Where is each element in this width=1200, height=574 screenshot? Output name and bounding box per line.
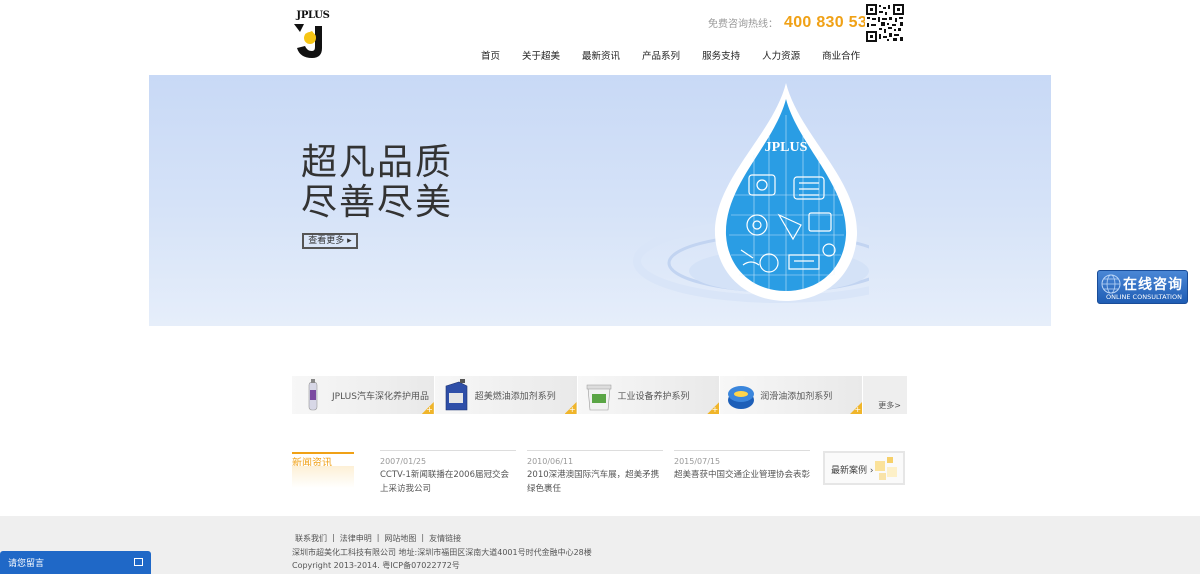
footer-separator: | <box>376 533 380 542</box>
footer-separator: | <box>421 533 425 542</box>
product-label: 超美燃油添加剂系列 <box>474 391 556 402</box>
nav-item-home[interactable]: 首页 <box>481 48 500 62</box>
logo-mark-icon <box>292 24 332 60</box>
view-more-button[interactable]: 查看更多 ▸ <box>302 233 358 249</box>
product-label: JPLUS汽车深化养护用品 <box>332 391 429 402</box>
view-more-label: 查看更多 <box>308 236 345 246</box>
online-consultation-button[interactable]: 在线咨询 ONLINE CONSULTATION <box>1097 270 1188 304</box>
news-section-header: 新闻资讯 <box>292 452 354 488</box>
news-fade-graphic <box>292 466 354 488</box>
online-consultation-title: 在线咨询 <box>1123 277 1183 293</box>
product-label: 工业设备养护系列 <box>617 391 690 402</box>
nav-item-business[interactable]: 商业合作 <box>822 48 860 62</box>
corner-plus-icon: + <box>564 402 577 414</box>
corner-plus-icon: + <box>707 402 720 414</box>
oil-bottle-icon <box>445 379 468 411</box>
product-item-fuel-additive[interactable]: 超美燃油添加剂系列 + <box>434 376 578 414</box>
footer-copyright: Copyright 2013-2014. 粤ICP备07022772号 <box>292 561 460 570</box>
leave-message-label: 请您留言 <box>8 559 45 569</box>
nav-item-about[interactable]: 关于超美 <box>522 48 560 62</box>
nav-item-hr[interactable]: 人力资源 <box>762 48 800 62</box>
news-item[interactable]: 2015/07/15 超美喜获中国交通企业管理协会表彰 <box>674 450 810 482</box>
main-nav: 首页 关于超美 最新资讯 产品系列 服务支持 人力资源 商业合作 <box>470 48 871 62</box>
online-consultation-subtitle: ONLINE CONSULTATION <box>1106 293 1182 301</box>
news-date: 2007/01/25 <box>380 457 427 466</box>
globe-icon <box>1101 274 1121 294</box>
latest-cases-button[interactable]: 最新案例 › <box>823 451 905 485</box>
news-item[interactable]: 2007/01/25 CCTV-1新闻联播在2006届冠交会上采访我公司 <box>380 450 516 496</box>
logo-text: JPLUS <box>296 10 330 21</box>
product-item-lubricant[interactable]: 润滑油添加剂系列 + <box>720 376 864 414</box>
hero-slogan-line1: 超凡品质 <box>301 142 454 183</box>
nav-item-news[interactable]: 最新资讯 <box>582 48 620 62</box>
footer-separator: | <box>332 533 335 542</box>
hero-banner[interactable]: 超凡品质 尽善尽美 查看更多 ▸ JPLUS <box>149 75 1051 326</box>
footer-link-sitemap[interactable]: 网站地图 <box>384 533 416 544</box>
spray-can-icon <box>308 379 318 411</box>
drop-brand-text: JPLUS <box>765 140 808 155</box>
leave-message-widget[interactable]: 请您留言 <box>0 551 151 574</box>
hotline: 免费咨询热线： 400 830 5308 <box>708 14 885 36</box>
bucket-icon <box>586 384 611 411</box>
minimize-icon[interactable] <box>134 558 143 566</box>
product-label: 润滑油添加剂系列 <box>760 391 833 402</box>
product-item-car-care[interactable]: JPLUS汽车深化养护用品 + <box>292 376 435 414</box>
footer-link-friends[interactable]: 友情链接 <box>429 533 461 544</box>
hero-slogan-line2: 尽善尽美 <box>301 182 454 223</box>
latest-cases-label: 最新案例 › <box>831 466 874 476</box>
more-products-label: 更多> <box>878 401 901 410</box>
news-item[interactable]: 2010/06/11 2010深港澳国际汽车展，超美矛携绿色裹任 <box>527 450 663 496</box>
cases-squares-icon <box>875 457 897 480</box>
corner-plus-icon: + <box>421 402 434 414</box>
hotline-label: 免费咨询热线： <box>708 19 778 30</box>
footer-links: 联系我们 | 法律申明 | 网站地图 | 友情链接 <box>295 533 461 544</box>
news-title[interactable]: 超美喜获中国交通企业管理协会表彰 <box>674 468 810 482</box>
product-strip: JPLUS汽车深化养护用品 + 超美燃油添加剂系列 + 工业设备养护系列 + 润… <box>292 376 907 414</box>
news-date: 2015/07/15 <box>674 457 721 466</box>
footer-address: 深圳市超美化工科技有限公司 地址:深圳市福田区深南大道4001号时代金融中心28… <box>292 548 592 557</box>
logo[interactable]: JPLUS <box>292 10 334 62</box>
footer-link-contact[interactable]: 联系我们 <box>295 533 327 544</box>
news-date: 2010/06/11 <box>527 457 574 466</box>
news-title[interactable]: 2010深港澳国际汽车展，超美矛携绿色裹任 <box>527 468 663 496</box>
tin-can-icon <box>728 386 755 409</box>
footer-link-legal[interactable]: 法律申明 <box>340 533 372 544</box>
more-products-link[interactable]: 更多> <box>863 376 907 414</box>
corner-plus-icon: + <box>850 402 863 414</box>
product-item-industrial[interactable]: 工业设备养护系列 + <box>577 376 721 414</box>
footer <box>0 516 1200 574</box>
nav-item-service[interactable]: 服务支持 <box>702 48 740 62</box>
news-title[interactable]: CCTV-1新闻联播在2006届冠交会上采访我公司 <box>380 468 516 496</box>
qr-code-icon <box>865 3 905 43</box>
nav-item-products[interactable]: 产品系列 <box>642 48 680 62</box>
water-drop-illustration: JPLUS <box>633 83 869 303</box>
